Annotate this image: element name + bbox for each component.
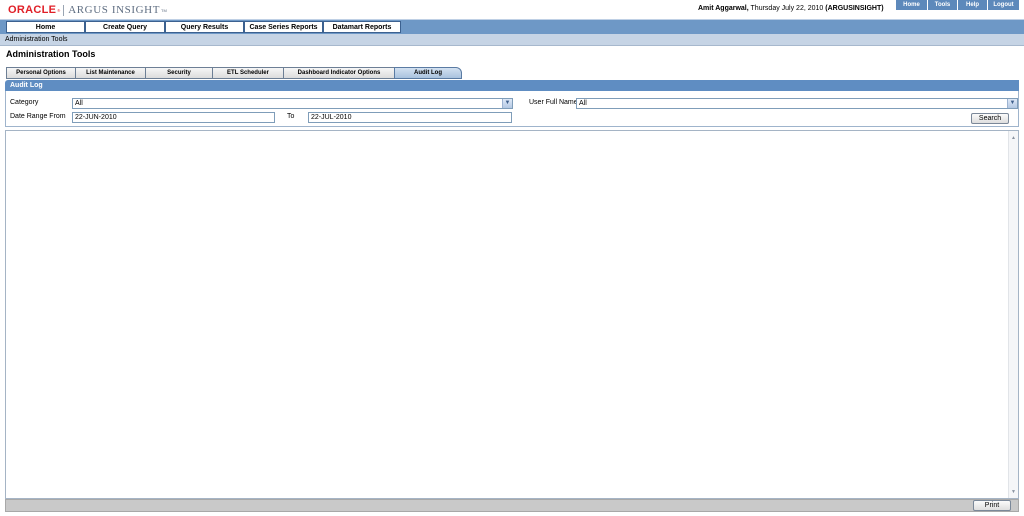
user-full-name-select-value: All [579,100,587,107]
tab-security[interactable]: Security [145,67,213,79]
oracle-argus-insight-logo: ORACLE ® ARGUS INSIGHT TM [8,4,167,16]
nav-create-query-button[interactable]: Create Query [85,21,165,33]
category-label: Category [10,99,39,106]
top-links: Home Tools Help Logout [895,0,1019,10]
audit-log-panel-header: Audit Log [5,80,1019,91]
tab-dashboard-indicator-options[interactable]: Dashboard Indicator Options [283,67,395,79]
logo-registered-mark: ® [57,7,61,13]
app-header: ORACLE ® ARGUS INSIGHT TM Amit Aggarwal,… [0,0,1024,19]
tab-audit-log[interactable]: Audit Log [394,67,462,79]
print-button[interactable]: Print [973,500,1011,511]
chevron-down-icon: ▼ [1007,99,1017,108]
tab-etl-scheduler[interactable]: ETL Scheduler [212,67,284,79]
category-select[interactable]: All ▼ [72,98,513,109]
results-scrollbar[interactable]: ▲ ▼ [1008,131,1018,498]
date-range-from-label: Date Range From [10,113,66,120]
user-name: Amit Aggarwal, [698,5,749,12]
top-link-home[interactable]: Home [895,0,927,10]
date-from-input[interactable]: 22-JUN-2010 [72,112,275,123]
top-link-tools[interactable]: Tools [927,0,957,10]
triangle-down-icon[interactable]: ▼ [1009,487,1018,496]
current-date: Thursday July 22, 2010 [750,5,824,12]
category-select-value: All [75,100,83,107]
tab-list-maintenance[interactable]: List Maintenance [75,67,146,79]
logo-trademark: TM [161,7,167,13]
logo-divider [63,4,65,16]
breadcrumb: Administration Tools [0,34,1024,46]
top-link-logout[interactable]: Logout [987,0,1019,10]
page-title: Administration Tools [6,49,96,59]
nav-case-series-reports-button[interactable]: Case Series Reports [244,21,323,33]
tab-personal-options[interactable]: Personal Options [6,67,76,79]
audit-log-results: ▲ ▼ [5,130,1019,499]
search-button[interactable]: Search [971,113,1009,124]
database-name: (ARGUSINSIGHT) [825,5,884,12]
date-to-input[interactable]: 22-JUL-2010 [308,112,512,123]
user-full-name-select[interactable]: All ▼ [576,98,1018,109]
chevron-down-icon: ▼ [502,99,512,108]
top-link-help[interactable]: Help [957,0,987,10]
logo-brand: ORACLE [8,4,57,16]
nav-home-button[interactable]: Home [6,21,85,33]
nav-query-results-button[interactable]: Query Results [165,21,244,33]
date-to-label: To [287,113,295,120]
main-navigation: Home Create Query Query Results Case Ser… [0,19,1024,34]
user-info: Amit Aggarwal, Thursday July 22, 2010 (A… [698,5,884,12]
audit-log-filters: Category All ▼ User Full Name All ▼ Date… [5,91,1019,127]
admin-tabs: Personal Options List Maintenance Securi… [6,67,462,79]
nav-datamart-reports-button[interactable]: Datamart Reports [323,21,401,33]
user-full-name-label: User Full Name [529,99,578,106]
footer-bar: Print [5,499,1019,512]
triangle-up-icon[interactable]: ▲ [1009,133,1018,142]
logo-product: ARGUS INSIGHT [68,4,161,16]
